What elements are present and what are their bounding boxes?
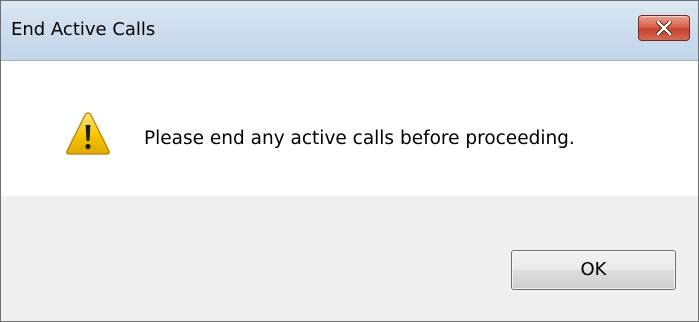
dialog-title: End Active Calls	[11, 19, 156, 40]
close-icon	[656, 21, 672, 35]
dialog-footer: OK	[1, 196, 698, 321]
dialog-content: Please end any active calls before proce…	[1, 61, 698, 196]
ok-button[interactable]: OK	[511, 250, 676, 290]
warning-icon	[66, 112, 110, 155]
dialog-message: Please end any active calls before proce…	[144, 128, 575, 149]
message-dialog: End Active Calls Please end any active c…	[0, 0, 699, 322]
close-button[interactable]	[638, 15, 690, 41]
title-bar[interactable]: End Active Calls	[1, 1, 698, 61]
